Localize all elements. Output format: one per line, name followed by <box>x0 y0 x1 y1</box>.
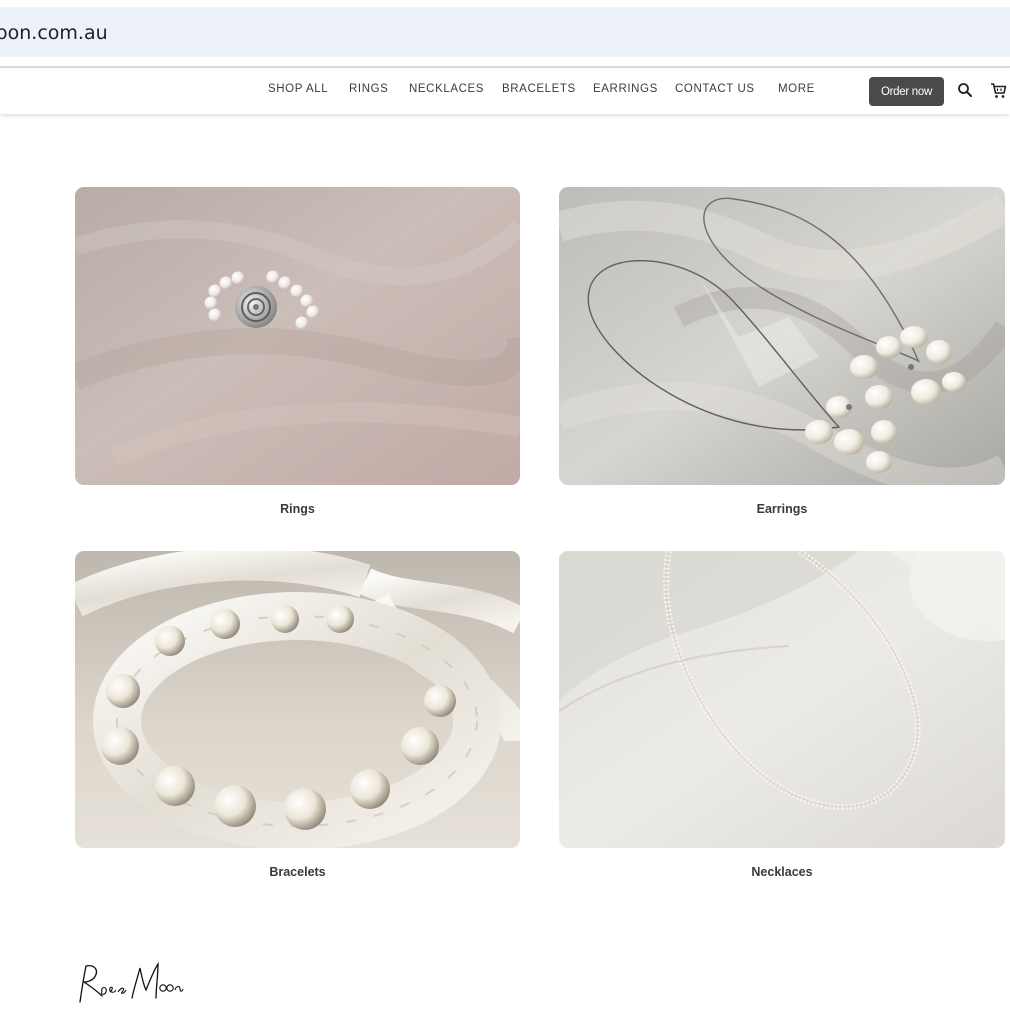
category-label-earrings[interactable]: Earrings <box>559 502 1005 516</box>
site-header: SHOP ALL RINGS NECKLACES BRACELETS EARRI… <box>0 69 1010 114</box>
category-card-earrings[interactable] <box>559 187 1005 485</box>
category-label-rings[interactable]: Rings <box>75 502 520 516</box>
order-now-button[interactable]: Order now <box>869 77 944 106</box>
category-card-necklaces[interactable] <box>559 551 1005 848</box>
nav-bracelets[interactable]: BRACELETS <box>502 83 576 95</box>
address-bar-url[interactable]: oon.com.au <box>0 21 108 45</box>
nav-rings[interactable]: RINGS <box>349 83 388 95</box>
category-card-bracelets[interactable] <box>75 551 520 848</box>
browser-divider <box>0 66 1010 68</box>
seed-pearl-necklace-photo <box>559 551 1005 848</box>
address-bar[interactable] <box>0 7 1010 57</box>
nav-more[interactable]: MORE <box>778 83 815 95</box>
category-label-bracelets[interactable]: Bracelets <box>75 865 520 879</box>
nav-earrings[interactable]: EARRINGS <box>593 83 658 95</box>
category-label-necklaces[interactable]: Necklaces <box>559 865 1005 879</box>
pearl-satin-bracelet-photo <box>75 551 520 848</box>
pearl-rose-ring-photo <box>75 187 520 485</box>
pearl-cluster-earrings-photo <box>559 187 1005 485</box>
nav-contact-us[interactable]: CONTACT US <box>675 83 755 95</box>
cart-icon[interactable] <box>990 82 1008 100</box>
search-icon[interactable] <box>957 82 975 100</box>
category-card-rings[interactable] <box>75 187 520 485</box>
nav-shop-all[interactable]: SHOP ALL <box>268 83 328 95</box>
nav-necklaces[interactable]: NECKLACES <box>409 83 484 95</box>
rosa-moon-logo[interactable] <box>72 958 187 1008</box>
